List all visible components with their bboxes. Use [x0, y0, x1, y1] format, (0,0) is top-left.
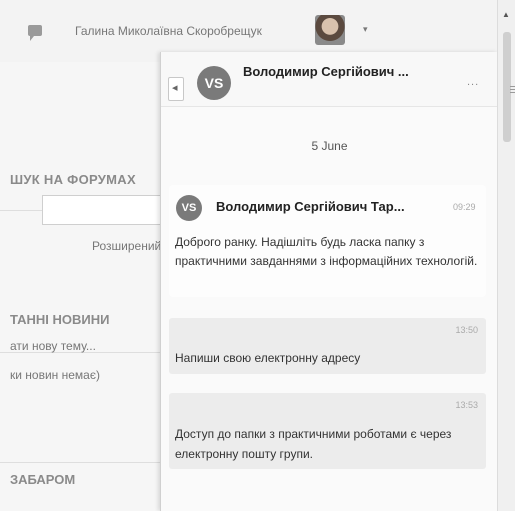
- advanced-search-link[interactable]: Розширений: [92, 239, 160, 253]
- user-avatar[interactable]: [315, 15, 345, 45]
- conversation-date: 5 June: [311, 139, 348, 153]
- user-name[interactable]: Галина Миколаївна Скоробрещук: [75, 24, 262, 38]
- upcoming-events-heading: ЗАБАРОМ: [10, 472, 76, 487]
- message-drawer: ◂ VS Володимир Сергійович ... ... 5 June…: [160, 52, 498, 511]
- message-time: 09:29: [453, 202, 476, 212]
- message-time: 13:50: [455, 325, 478, 335]
- conversation-header: ◂ VS Володимир Сергійович ... ...: [161, 52, 498, 107]
- back-button[interactable]: ◂: [168, 77, 184, 101]
- user-menu-caret-icon[interactable]: ▾: [363, 24, 368, 35]
- received-message: VS Володимир Сергійович Тар... 09:29 Доб…: [169, 185, 486, 297]
- forum-side-panel: ШУК НА ФОРУМАХ Розширений ТАННІ НОВИНИ а…: [0, 62, 160, 511]
- add-topic-link[interactable]: ати нову тему...: [10, 339, 96, 353]
- sent-message: 13:53 Доступ до папки з практичними робо…: [169, 393, 486, 469]
- divider: [0, 462, 160, 463]
- message-text: Доброго ранку. Надішліть будь ласка папк…: [175, 235, 478, 268]
- sender-name: Володимир Сергійович Тар...: [216, 199, 405, 214]
- sender-avatar: VS: [176, 195, 202, 221]
- scroll-up-icon[interactable]: ▲: [502, 10, 510, 19]
- sent-message: 13:50 Напиши свою електронну адресу: [169, 318, 486, 374]
- messages-icon[interactable]: [28, 25, 42, 41]
- page-scrollbar[interactable]: ▲: [497, 0, 515, 511]
- message-time: 13:53: [455, 400, 478, 410]
- drawer-resize-grip-icon[interactable]: [510, 86, 515, 94]
- latest-news-heading: ТАННІ НОВИНИ: [10, 312, 110, 327]
- more-options-icon[interactable]: ...: [467, 76, 479, 88]
- back-arrow-icon: ◂: [172, 82, 178, 94]
- forum-search-heading: ШУК НА ФОРУМАХ: [10, 172, 136, 187]
- no-news-text: ки новин немає): [10, 368, 100, 382]
- contact-avatar[interactable]: VS: [197, 66, 231, 100]
- message-text: Доступ до папки з практичними роботами є…: [175, 427, 452, 461]
- message-text: Напиши свою електронну адресу: [175, 351, 361, 365]
- forum-search-input[interactable]: [42, 195, 160, 225]
- contact-name[interactable]: Володимир Сергійович ...: [243, 64, 409, 79]
